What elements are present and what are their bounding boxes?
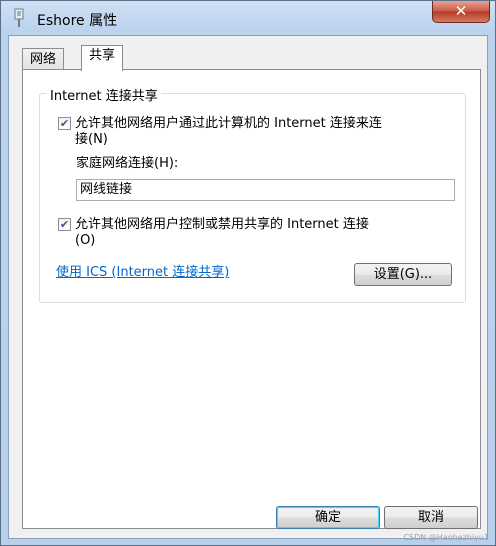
allow-control-label-line1[interactable]: 允许其他网络用户控制或禁用共享的 Internet 连接 [75,217,369,232]
allow-control-checkbox[interactable]: ✔ [58,218,71,231]
sharing-tab-panel: Internet 连接共享 ✔ 允许其他网络用户通过此计算机的 Internet… [22,69,481,529]
window-title: Eshore 属性 [37,13,118,29]
watermark: CSDN @Haohezhiyu1 [403,533,489,542]
dialog-client: 网络 共享 Internet 连接共享 ✔ 允许其他网络用户通过此计算机的 In… [8,35,488,539]
home-network-label: 家庭网络连接(H): [76,156,179,171]
allow-control-label-line2[interactable]: (O) [75,233,95,248]
ics-help-link[interactable]: 使用 ICS (Internet 连接共享) [56,261,229,280]
ok-button[interactable]: 确定 [276,506,380,529]
ics-group-legend: Internet 连接共享 [47,85,161,104]
cancel-button[interactable]: 取消 [384,506,478,529]
tab-network[interactable]: 网络 [22,48,65,70]
tab-sharing[interactable]: 共享 [81,45,124,71]
allow-share-label-line2[interactable]: 接(N) [75,132,108,147]
properties-window: Eshore 属性 ✕ 网络 共享 Internet 连接共享 ✔ 允许其他网络… [0,0,496,546]
close-button[interactable]: ✕ [432,1,490,23]
allow-share-checkbox[interactable]: ✔ [58,117,71,130]
home-network-field[interactable]: 网线链接 [76,179,455,201]
title-bar[interactable]: Eshore 属性 ✕ [1,1,495,35]
allow-share-label-line1[interactable]: 允许其他网络用户通过此计算机的 Internet 连接来连 [75,116,382,131]
network-adapter-icon [14,8,24,27]
settings-button[interactable]: 设置(G)... [354,263,452,286]
